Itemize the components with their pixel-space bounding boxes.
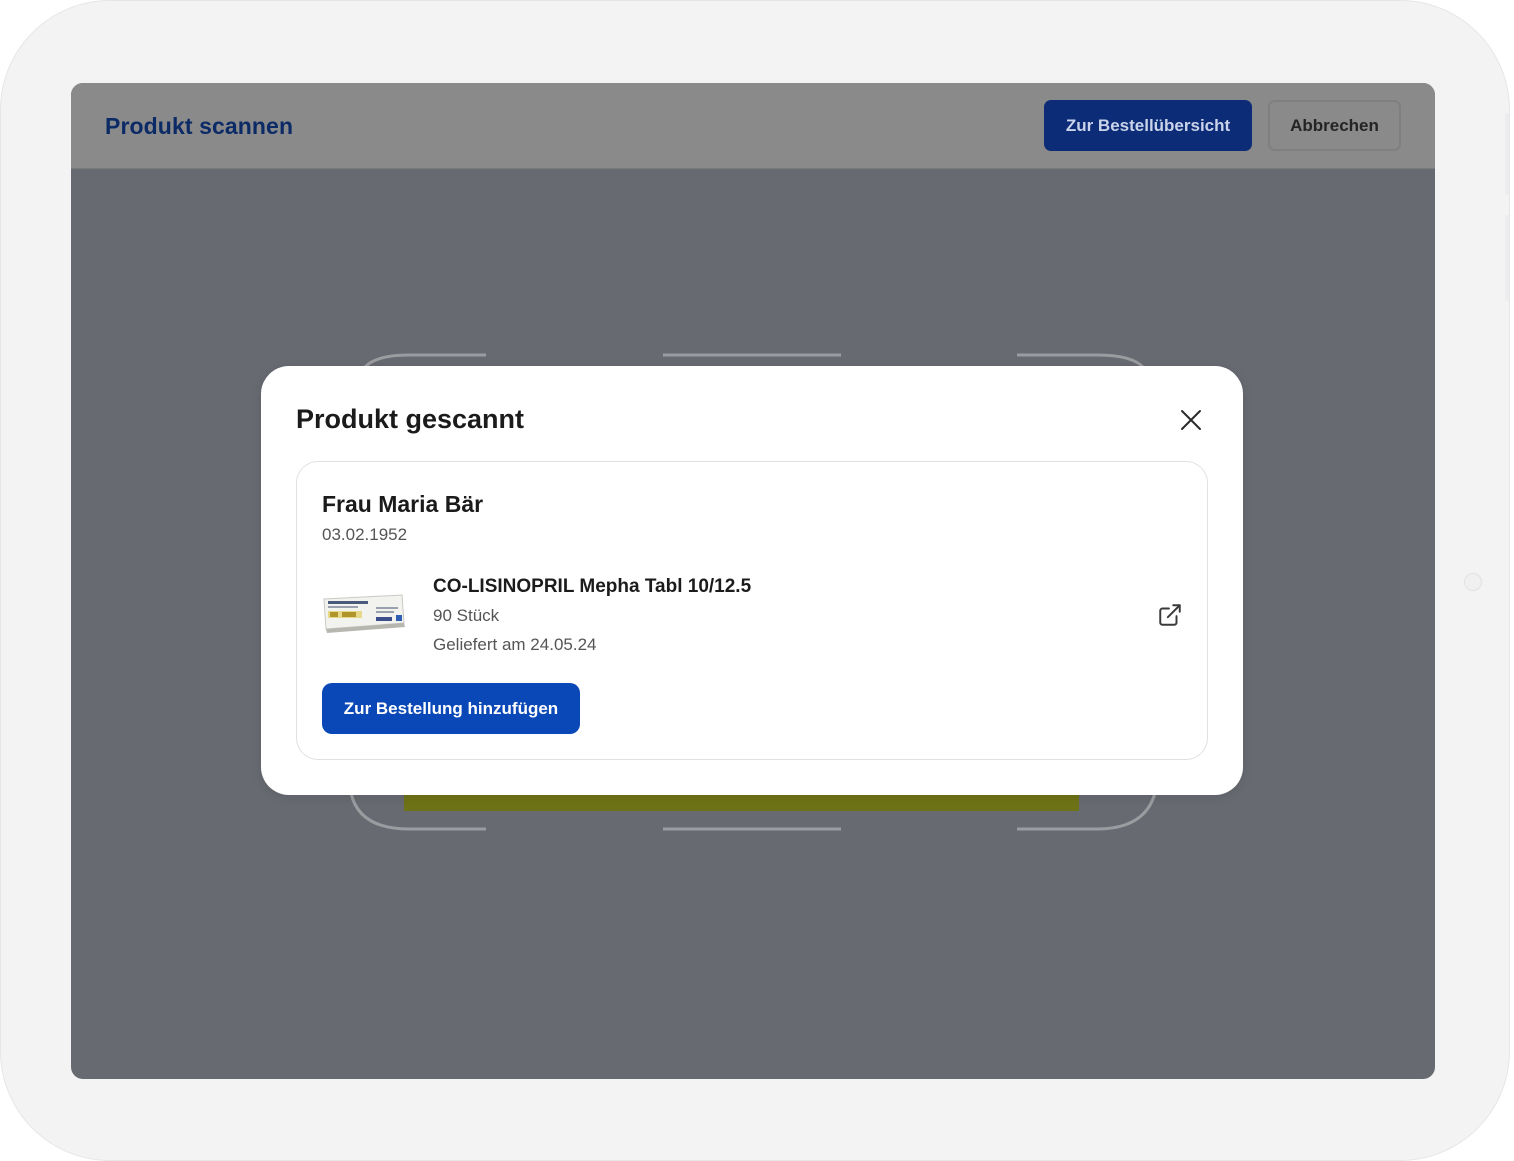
patient-birthdate: 03.02.1952 [322,525,408,544]
camera-dot [1464,573,1482,591]
patient-name: Frau Maria Bär [322,491,484,517]
power-button [1505,215,1509,301]
volume-button [1505,113,1509,195]
page-title: Produkt scannen [105,113,294,139]
delivery-date: Geliefert am 24.05.24 [433,635,597,654]
cancel-button[interactable]: Abbrechen [1268,100,1401,151]
order-overview-button[interactable]: Zur Bestellübersicht [1044,100,1252,151]
external-link-icon[interactable] [1157,602,1183,628]
medication-package-image [322,593,406,633]
product-scanned-dialog: Produkt gescannt Frau Maria Bär 03.02.19… [261,366,1243,795]
product-name: CO-LISINOPRIL Mepha Tabl 10/12.5 [433,576,752,597]
dialog-title: Produkt gescannt [296,404,525,434]
patient-product-card: Frau Maria Bär 03.02.1952 CO-LISINOPRIL … [296,461,1208,760]
add-to-order-button[interactable]: Zur Bestellung hinzufügen [322,683,580,734]
top-bar: Produkt scannen Zur Bestellübersicht Abb… [71,83,1435,169]
close-icon[interactable] [1174,403,1208,437]
product-quantity: 90 Stück [433,606,500,625]
